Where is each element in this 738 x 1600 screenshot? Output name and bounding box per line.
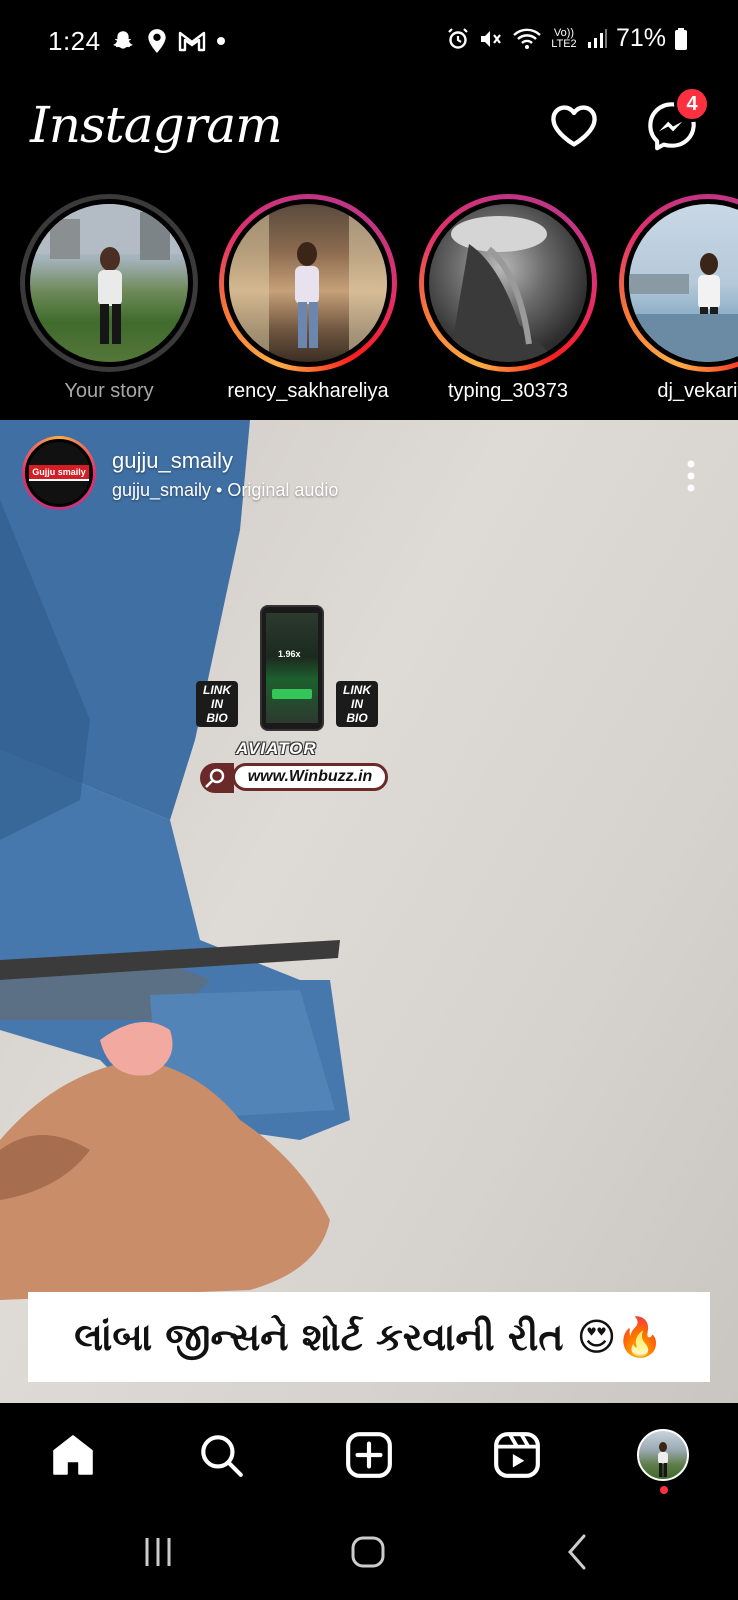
reels-icon bbox=[494, 1432, 540, 1478]
story-ring bbox=[619, 194, 738, 372]
recent-apps-icon bbox=[145, 1538, 171, 1566]
notifications-button[interactable] bbox=[548, 100, 600, 152]
profile-notification-dot bbox=[660, 1486, 668, 1494]
signal-icon bbox=[587, 28, 607, 48]
aviator-text: AVIATOR bbox=[236, 739, 317, 758]
gmail-icon bbox=[178, 31, 206, 52]
story-your-story[interactable]: Your story bbox=[19, 194, 199, 403]
snapchat-icon bbox=[113, 31, 133, 49]
story-label: dj_vekariya bbox=[657, 380, 738, 402]
search-icon bbox=[205, 768, 225, 788]
post-avatar[interactable]: Gujju smaily bbox=[22, 436, 96, 510]
home-icon bbox=[53, 1435, 93, 1475]
story-avatar bbox=[25, 199, 193, 367]
nav-search[interactable] bbox=[193, 1427, 249, 1483]
home-circle-icon bbox=[351, 1536, 385, 1568]
story-label: Your story bbox=[64, 380, 154, 402]
story-ring bbox=[219, 194, 397, 372]
bet-bar bbox=[272, 689, 312, 699]
messenger-badge: 4 bbox=[674, 86, 710, 122]
phone-screen: 1.96x bbox=[266, 613, 318, 723]
story-avatar bbox=[424, 199, 592, 367]
create-icon bbox=[346, 1432, 392, 1478]
story-typing-30373[interactable]: typing_30373 bbox=[418, 194, 598, 403]
back-button[interactable] bbox=[558, 1532, 598, 1572]
post-header: Gujju smaily gujju_smaily gujju_smaily •… bbox=[0, 420, 738, 530]
ad-sticker[interactable]: 1.96x LINK IN BIO LINK IN BIO AVIATOR ww… bbox=[196, 605, 396, 805]
link-in-bio-text: LINK IN BIO bbox=[203, 683, 231, 725]
home-button[interactable] bbox=[348, 1532, 388, 1572]
back-icon bbox=[568, 1534, 586, 1570]
phone-graphic: 1.96x bbox=[260, 605, 324, 731]
search-icon bbox=[201, 1435, 243, 1477]
story-ring bbox=[419, 194, 597, 372]
post-avatar-image: Gujju smaily bbox=[25, 439, 93, 507]
bottom-navigation bbox=[0, 1403, 738, 1510]
network-type: Vo)) LTE2 bbox=[551, 26, 577, 50]
story-rency-sakhareliya[interactable]: rency_sakhareliya bbox=[218, 194, 398, 403]
story-label: typing_30373 bbox=[447, 380, 569, 402]
dot-icon bbox=[217, 37, 225, 45]
app-header: Instagram bbox=[0, 86, 738, 186]
post-audio[interactable]: gujju_smaily • Original audio bbox=[112, 480, 338, 501]
status-bar: 1:24 Vo)) LTE2 71% bbox=[0, 0, 738, 86]
heart-icon bbox=[551, 105, 597, 147]
more-vertical-icon bbox=[687, 460, 695, 492]
instagram-logo[interactable]: Instagram bbox=[30, 96, 283, 154]
alarm-icon bbox=[448, 27, 468, 49]
more-options-button[interactable] bbox=[676, 456, 706, 496]
nav-home[interactable] bbox=[45, 1427, 101, 1483]
video-caption: લાંબા જીન્સને શોર્ટ કરવાની રીત 😍🔥 bbox=[28, 1292, 710, 1382]
nav-create[interactable] bbox=[341, 1427, 397, 1483]
system-navigation-bar bbox=[0, 1510, 738, 1600]
status-system-icons: Vo)) LTE2 71% bbox=[446, 24, 688, 53]
nav-reels[interactable] bbox=[489, 1427, 545, 1483]
post-avatar-text: Gujju smaily bbox=[29, 465, 89, 481]
link-in-bio-left: LINK IN BIO bbox=[196, 681, 238, 727]
story-dj-vekariya[interactable]: dj_vekariya bbox=[618, 194, 738, 403]
recent-apps-button[interactable] bbox=[138, 1532, 178, 1572]
story-avatar bbox=[624, 199, 738, 367]
story-ring bbox=[20, 194, 198, 372]
post-username[interactable]: gujju_smaily bbox=[112, 448, 233, 474]
location-icon bbox=[148, 29, 166, 53]
mute-icon bbox=[480, 30, 501, 47]
link-in-bio-right: LINK IN BIO bbox=[336, 681, 378, 727]
nav-profile[interactable] bbox=[635, 1427, 691, 1483]
caption-text: લાંબા જીન્સને શોર્ટ કરવાની રીત 😍🔥 bbox=[74, 1314, 664, 1359]
search-badge bbox=[200, 763, 234, 793]
story-label: rency_sakhareliya bbox=[227, 380, 389, 402]
status-time: 1:24 bbox=[48, 26, 101, 56]
status-notification-icons bbox=[110, 28, 226, 54]
link-in-bio-text: LINK IN BIO bbox=[343, 683, 371, 725]
battery-percent: 71% bbox=[615, 24, 666, 52]
story-avatar bbox=[224, 199, 392, 367]
website-link[interactable]: www.Winbuzz.in bbox=[232, 763, 388, 791]
battery-icon bbox=[675, 27, 687, 50]
wifi-icon bbox=[513, 28, 541, 49]
reel-post[interactable]: Gujju smaily gujju_smaily gujju_smaily •… bbox=[0, 420, 738, 1403]
post-image bbox=[0, 420, 350, 1300]
stories-tray: Your story rency_sakhareliya typing_3037… bbox=[0, 190, 738, 415]
profile-avatar bbox=[637, 1429, 689, 1481]
website-text: www.Winbuzz.in bbox=[247, 768, 373, 785]
multiplier-text: 1.96x bbox=[278, 649, 301, 659]
